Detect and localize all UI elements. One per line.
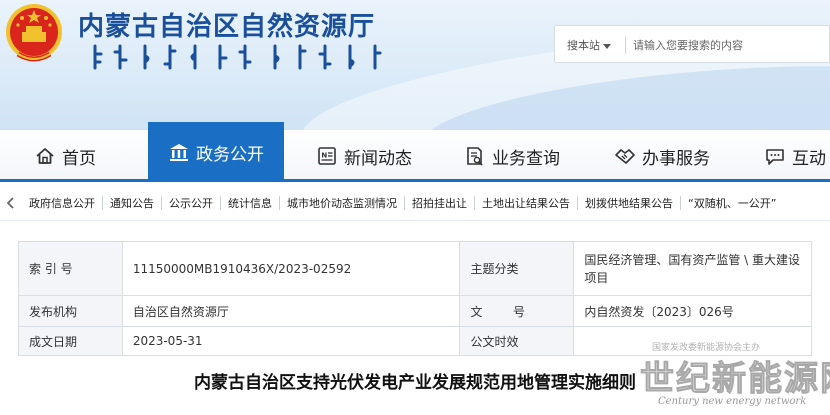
- home-icon: [36, 148, 54, 164]
- subnav-item-double-random[interactable]: “双随机、一公开”: [681, 195, 783, 211]
- search-divider: [625, 36, 626, 54]
- search-box: 搜本站: [554, 25, 830, 63]
- nav-item-interaction[interactable]: 互动: [764, 130, 826, 182]
- nav-item-label: 业务查询: [492, 148, 560, 169]
- site-header: 内蒙古自治区自然资源厅 搜本站: [0, 0, 830, 130]
- search-input[interactable]: [633, 35, 823, 55]
- document-search-icon: [467, 147, 483, 166]
- subnav-item-allocation-results[interactable]: 划拨供地结果公告: [578, 195, 680, 211]
- table-row: 发布机构 自治区自然资源厅 文 号 内自然资发〔2023〕026号: [18, 295, 812, 327]
- main-nav: 首页 政务公开 N 新闻动态 业务查询 办事服务 互动: [0, 122, 830, 182]
- subnav-item-transfer-results[interactable]: 土地出让结果公告: [475, 195, 577, 211]
- meta-value-index: 11150000MB1910436X/2023-02592: [121, 241, 461, 296]
- nav-item-label: 互动: [792, 148, 826, 169]
- nav-item-label: 政务公开: [196, 144, 264, 165]
- nav-item-services[interactable]: 办事服务: [614, 130, 710, 182]
- meta-label-publisher: 发布机构: [18, 295, 123, 327]
- subnav-item-land-price[interactable]: 城市地价动态监测情况: [280, 195, 404, 211]
- document-meta-table: 索 引 号 11150000MB1910436X/2023-02592 主题分类…: [18, 241, 812, 356]
- government-building-icon: [170, 144, 188, 161]
- meta-value-doc-number: 内自然资发〔2023〕026号: [573, 295, 812, 327]
- search-scope-dropdown[interactable]: 搜本站: [567, 37, 611, 53]
- page-root: 内蒙古自治区自然资源厅 搜本站 请输入您要搜索的内容 首页 政务公开 N 新闻动…: [0, 0, 830, 415]
- nav-item-government-affairs[interactable]: 政务公开: [148, 122, 284, 182]
- svg-text:N: N: [321, 152, 327, 160]
- news-icon: N: [318, 147, 336, 165]
- meta-label-category: 主题分类: [459, 241, 575, 296]
- nav-item-home[interactable]: 首页: [34, 130, 96, 182]
- watermark-english-text: Century new energy network: [658, 396, 807, 407]
- sub-nav: 政府信息公开 通知公告 公示公开 统计信息 城市地价动态监测情况 招拍挂出让 土…: [0, 185, 830, 221]
- mongolian-script-logo-icon: [93, 44, 382, 70]
- chevron-left-icon: [6, 197, 14, 209]
- meta-label-doc-number: 文 号: [459, 295, 575, 327]
- subnav-item-public-notices[interactable]: 公示公开: [162, 195, 220, 211]
- subnav-item-statistics[interactable]: 统计信息: [221, 195, 279, 211]
- meta-value-category: 国民经济管理、国有资产监管 \ 重大建设项目: [573, 241, 812, 296]
- document-title: 内蒙古自治区支持光伏发电产业发展规范用地管理实施细则: [194, 373, 636, 393]
- nav-item-business-query[interactable]: 业务查询: [464, 130, 560, 182]
- subnav-prev-button[interactable]: [0, 185, 22, 221]
- subnav-item-gov-info[interactable]: 政府信息公开: [22, 195, 102, 211]
- meta-value-publisher: 自治区自然资源厅: [121, 295, 461, 327]
- handshake-icon: [615, 149, 635, 164]
- meta-label-doc-number-text: 文 号: [470, 304, 525, 319]
- table-row: 成文日期 2023-05-31 公文时效: [18, 326, 812, 356]
- search-scope-label: 搜本站: [567, 39, 600, 52]
- subnav-item-notices[interactable]: 通知公告: [103, 195, 161, 211]
- nav-item-label: 首页: [62, 148, 96, 169]
- site-title: 内蒙古自治区自然资源厅: [78, 12, 376, 42]
- national-emblem-icon: [6, 4, 62, 62]
- meta-value-date: 2023-05-31: [121, 326, 461, 356]
- chevron-down-icon: [603, 43, 611, 49]
- meta-label-validity: 公文时效: [459, 326, 575, 356]
- table-row: 索 引 号 11150000MB1910436X/2023-02592 主题分类…: [18, 241, 812, 296]
- nav-item-news[interactable]: N 新闻动态: [316, 130, 412, 182]
- meta-label-index: 索 引 号: [18, 241, 123, 296]
- nav-item-label: 办事服务: [642, 148, 710, 169]
- subnav-item-auction[interactable]: 招拍挂出让: [405, 195, 474, 211]
- meta-label-date: 成文日期: [18, 326, 123, 356]
- meta-value-validity: [573, 326, 812, 356]
- chat-icon: [766, 149, 784, 165]
- nav-item-label: 新闻动态: [344, 148, 412, 169]
